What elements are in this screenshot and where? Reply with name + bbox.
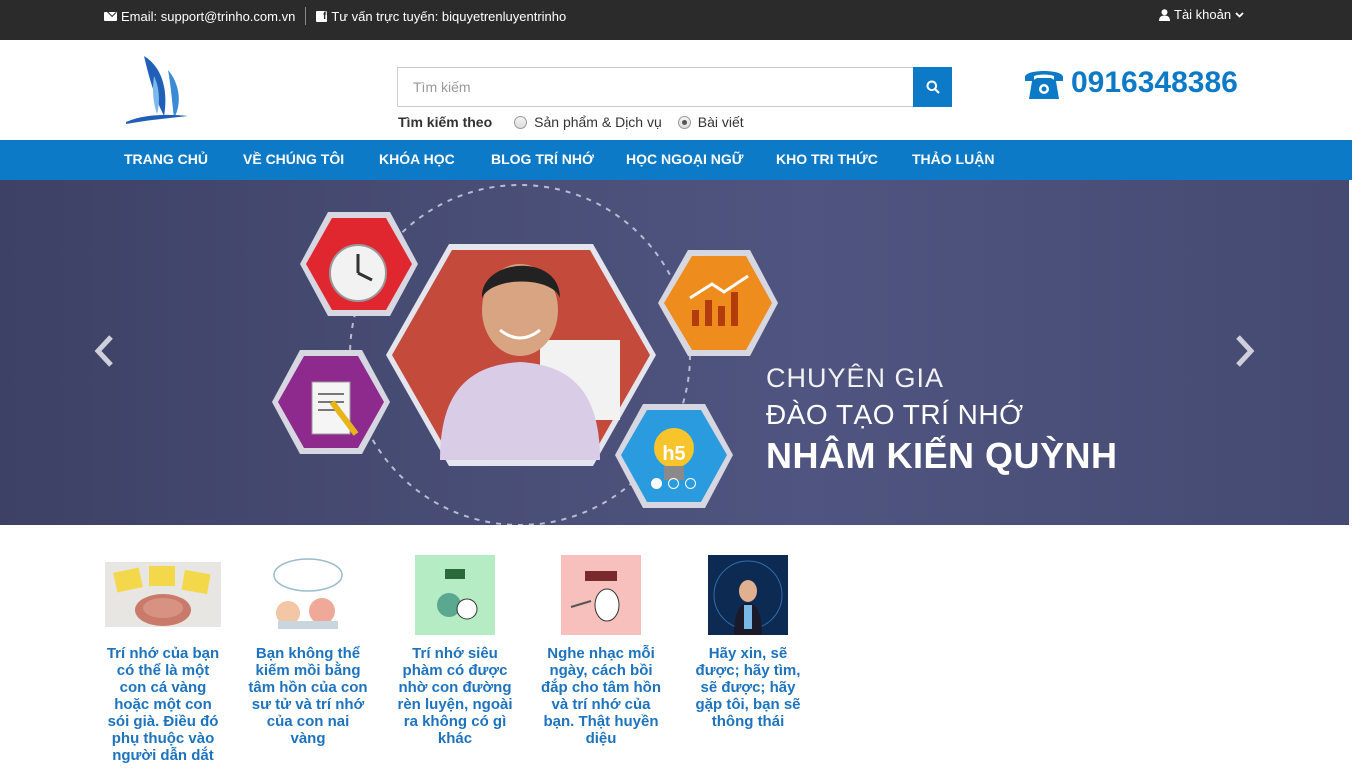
nav-blog[interactable]: BLOG TRÍ NHỚ: [491, 140, 594, 180]
banner-line-2: ĐÀO TẠO TRÍ NHỚ: [766, 399, 1024, 430]
logo-sailboat[interactable]: [124, 54, 192, 126]
article-title[interactable]: Trí nhớ của bạn có thể là một con cá vàn…: [103, 645, 223, 764]
slider-prev-arrow[interactable]: [93, 333, 115, 369]
slider-dot[interactable]: [685, 478, 696, 489]
article-title[interactable]: Trí nhớ siêu phàm có được nhờ con đường …: [395, 645, 515, 747]
search-input[interactable]: [397, 67, 913, 107]
radio-label: Sản phẩm & Dịch vụ: [534, 114, 662, 130]
article-title[interactable]: Bạn không thể kiếm mồi bằng tâm hồn của …: [248, 645, 368, 747]
slider-dot[interactable]: [651, 478, 662, 489]
account-menu[interactable]: Tài khoản: [1159, 7, 1244, 22]
article-title[interactable]: Nghe nhạc mỗi ngày, cách bồi đắp cho tâm…: [541, 645, 661, 747]
nav-knowledge[interactable]: KHO TRI THỨC: [776, 140, 878, 180]
nav-languages[interactable]: HỌC NGOẠI NGỮ: [626, 140, 743, 180]
envelope-icon: [104, 11, 117, 21]
clock-icon: [300, 212, 418, 316]
article-card[interactable]: Hãy xin, sẽ được; hãy tìm, sẽ được; hãy …: [688, 555, 808, 730]
badge-text: h5: [662, 443, 685, 465]
phone-icon: [1025, 71, 1063, 99]
header: Tìm kiếm theo Sản phẩm & Dịch vụ Bài viế…: [0, 40, 1352, 140]
article-card[interactable]: Bạn không thể kiếm mồi bằng tâm hồn của …: [248, 555, 368, 747]
phone-number: 0916348386: [1071, 66, 1238, 99]
contact-info: Email: support@trinho.com.vn f Tư vấn tr…: [104, 7, 566, 25]
chart-icon: [658, 250, 778, 356]
radio-products[interactable]: Sản phẩm & Dịch vụ: [514, 114, 662, 130]
slider-next-arrow[interactable]: [1234, 333, 1256, 369]
nav-discussion[interactable]: THẢO LUẬN: [912, 140, 994, 180]
account-label: Tài khoản: [1174, 7, 1232, 22]
article-list: Trí nhớ của bạn có thể là một con cá vàn…: [0, 525, 1352, 768]
hero-graphic: h5: [272, 184, 778, 525]
banner-line-1: CHUYÊN GIA: [766, 363, 945, 393]
slider-dot[interactable]: [668, 478, 679, 489]
article-thumbnail[interactable]: [105, 562, 221, 627]
facebook-text[interactable]: Tư vấn trực tuyến: biquyetrenluyentrinho: [331, 9, 566, 24]
article-thumbnail[interactable]: [561, 555, 641, 635]
article-thumbnail[interactable]: [708, 555, 788, 635]
article-card[interactable]: Nghe nhạc mỗi ngày, cách bồi đắp cho tâm…: [541, 555, 661, 747]
search-button[interactable]: [913, 67, 952, 107]
search-bar: [397, 67, 952, 107]
email-text[interactable]: Email: support@trinho.com.vn: [121, 9, 295, 24]
document-icon: [272, 350, 390, 454]
search-icon: [926, 80, 940, 94]
nav-courses[interactable]: KHÓA HỌC: [379, 140, 455, 180]
banner-line-3: NHÂM KIẾN QUỲNH: [766, 435, 1118, 476]
radio-button[interactable]: [514, 115, 528, 129]
nav-about[interactable]: VỀ CHÚNG TÔI: [243, 140, 344, 180]
article-thumbnail[interactable]: [415, 555, 495, 635]
radio-label: Bài viết: [697, 114, 744, 130]
radio-articles[interactable]: Bài viết: [677, 114, 744, 130]
facebook-icon: f: [316, 10, 328, 22]
hero-slider: h5 CHUYÊN GIA ĐÀO TẠO TRÍ NHỚ NHÂM KIẾN …: [0, 180, 1349, 525]
user-icon: [1159, 8, 1170, 21]
article-card[interactable]: Trí nhớ siêu phàm có được nhờ con đường …: [395, 555, 515, 747]
top-bar: Email: support@trinho.com.vn f Tư vấn tr…: [0, 0, 1352, 40]
nav-home[interactable]: TRANG CHỦ: [124, 140, 208, 180]
expert-photo: [386, 244, 656, 466]
slider-dots: [651, 478, 702, 489]
hotline[interactable]: 0916348386: [1023, 65, 1238, 101]
article-card[interactable]: Trí nhớ của bạn có thể là một con cá vàn…: [103, 555, 223, 764]
main-nav: TRANG CHỦ VỀ CHÚNG TÔI KHÓA HỌC BLOG TRÍ…: [0, 140, 1352, 180]
article-title[interactable]: Hãy xin, sẽ được; hãy tìm, sẽ được; hãy …: [688, 645, 808, 730]
chevron-down-icon: [1235, 11, 1244, 18]
search-by-label: Tìm kiếm theo: [398, 114, 493, 130]
divider: [305, 7, 307, 25]
search-options: Tìm kiếm theo Sản phẩm & Dịch vụ Bài viế…: [398, 114, 760, 130]
article-thumbnail[interactable]: [268, 555, 348, 635]
radio-button-selected[interactable]: [677, 115, 691, 129]
